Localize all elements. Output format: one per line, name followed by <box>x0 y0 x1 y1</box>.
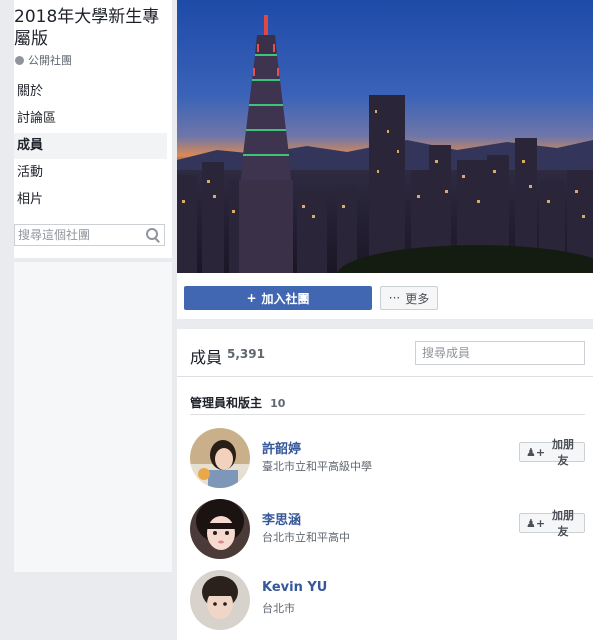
group-action-bar: + 加入社團 ··· 更多 <box>177 273 593 319</box>
nav-item-photos[interactable]: 相片 <box>14 187 167 213</box>
more-label: 更多 <box>405 291 430 306</box>
add-friend-icon: ♟+ <box>526 516 546 530</box>
more-button[interactable]: ··· 更多 <box>380 286 438 310</box>
nav-item-discussion[interactable]: 討論區 <box>14 106 167 132</box>
member-school: 台北市立和平高中 <box>262 531 350 544</box>
member-name[interactable]: Kevin YU <box>262 580 327 595</box>
admins-count: 10 <box>270 397 286 410</box>
member-school: 臺北市立和平高級中學 <box>262 460 372 473</box>
group-title[interactable]: 2018年大學新生專屬版 <box>14 6 172 50</box>
privacy-label: 公開社團 <box>28 54 72 67</box>
city-skyline-image <box>177 0 593 273</box>
more-dots-icon: ··· <box>388 291 401 305</box>
cover-photo[interactable] <box>177 0 593 273</box>
add-friend-label: 加朋友 <box>552 509 575 538</box>
search-icon[interactable] <box>146 228 160 243</box>
avatar[interactable] <box>190 570 250 630</box>
sidebar-lower-panel <box>14 262 172 572</box>
member-name[interactable]: 李思涵 <box>262 509 301 528</box>
group-search-input[interactable] <box>15 227 142 243</box>
members-header: 成員 5,391 <box>177 329 593 377</box>
member-location: 台北市 <box>262 602 295 615</box>
group-sidebar: 2018年大學新生專屬版 公開社團 關於 討論區 成員 活動 相片 <box>0 0 172 640</box>
members-title: 成員 <box>190 348 223 367</box>
nav-item-events[interactable]: 活動 <box>14 160 167 186</box>
join-group-label: 加入社團 <box>261 291 310 306</box>
group-nav: 關於 討論區 成員 活動 相片 <box>14 79 167 214</box>
join-group-button[interactable]: + 加入社團 <box>184 286 372 310</box>
admins-section-header: 管理員和版主 10 <box>190 392 585 415</box>
avatar[interactable] <box>190 428 250 488</box>
member-row: 李思涵 台北市立和平高中 ♟+ 加朋友 <box>190 499 585 561</box>
nav-item-about[interactable]: 關於 <box>14 79 167 105</box>
member-row: Kevin YU 台北市 <box>190 570 585 632</box>
member-search-input[interactable] <box>415 341 585 365</box>
add-friend-button[interactable]: ♟+ 加朋友 <box>519 438 585 467</box>
add-friend-button[interactable]: ♟+ 加朋友 <box>519 509 585 538</box>
nav-item-members[interactable]: 成員 <box>14 133 167 159</box>
add-friend-label: 加朋友 <box>552 438 575 467</box>
member-row: 許韶婷 臺北市立和平高級中學 ♟+ 加朋友 <box>190 428 585 490</box>
member-name[interactable]: 許韶婷 <box>262 438 301 457</box>
avatar[interactable] <box>190 499 250 559</box>
globe-icon <box>15 55 24 65</box>
admins-title: 管理員和版主 <box>190 396 263 410</box>
members-count: 5,391 <box>227 347 265 361</box>
add-friend-icon: ♟+ <box>526 445 546 459</box>
group-privacy: 公開社團 <box>15 52 72 68</box>
members-card: 成員 5,391 管理員和版主 10 許韶婷 臺北市立和平高級中學 ♟+ 加朋友 <box>177 329 593 640</box>
group-search-box <box>14 224 165 246</box>
plus-icon: + <box>246 291 257 305</box>
